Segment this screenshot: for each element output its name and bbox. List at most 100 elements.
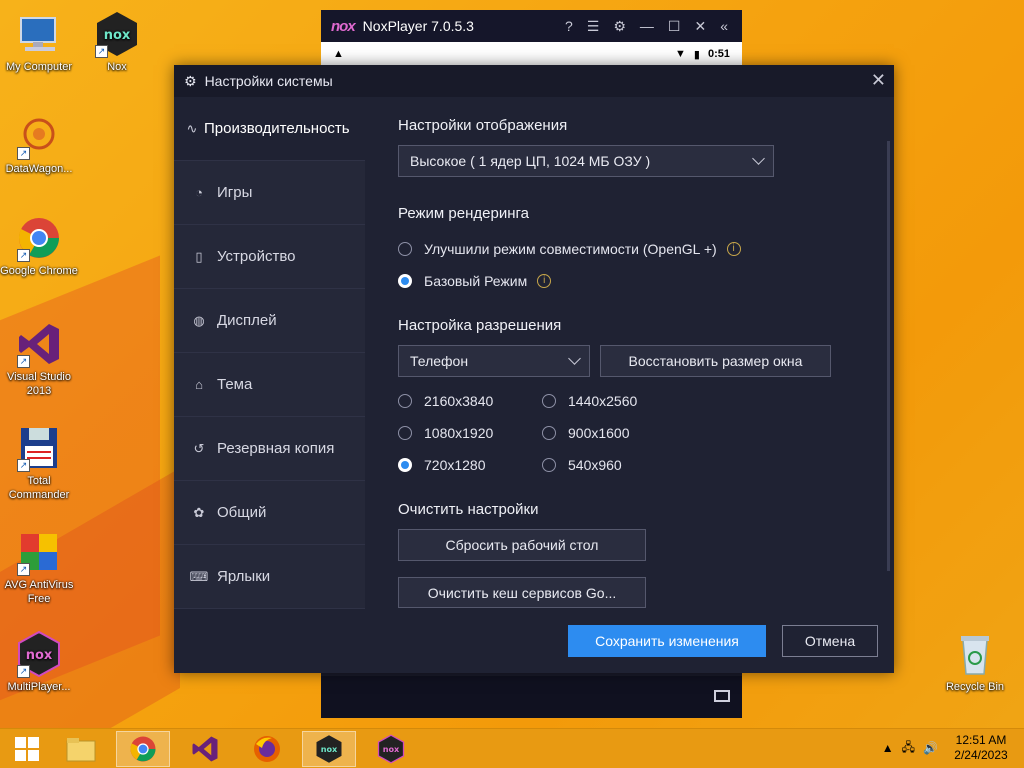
sidebar-item-backup[interactable]: ↺ Резервная копия	[174, 417, 365, 481]
clock-time: 12:51 AM	[955, 733, 1007, 747]
theme-icon: ⌂	[195, 377, 203, 392]
sidebar-item-label: Общий	[217, 504, 267, 521]
sidebar-item-device[interactable]: ▯ Устройство	[174, 225, 365, 289]
dialog-close-icon[interactable]: ✕	[871, 71, 886, 89]
radio-res-2160x3840[interactable]: 2160x3840	[398, 393, 493, 409]
nox-title-bar[interactable]: nox NoxPlayer 7.0.5.3 ? ☰ ⚙ — ☐ ✕ «	[321, 10, 742, 42]
svg-text:nox: nox	[26, 648, 53, 663]
nox-app-icon: nox	[316, 735, 342, 763]
sidebar-item-display[interactable]: ◍ Дисплей	[174, 289, 365, 353]
nox-app-icon: nox ↗	[93, 10, 141, 58]
settings-content: Настройки отображения Высокое ( 1 ядер Ц…	[365, 97, 894, 609]
select-value: Высокое ( 1 ядер ЦП, 1024 МБ ОЗУ )	[410, 153, 651, 169]
radio-label: 900x1600	[568, 425, 630, 441]
info-icon[interactable]: i	[537, 274, 552, 288]
network-icon[interactable]: 🖧	[902, 738, 915, 759]
sidebar-item-performance[interactable]: ∿ Производительность	[174, 97, 365, 161]
radio-res-720x1280[interactable]: 720x1280	[398, 457, 486, 473]
performance-icon: ∿	[186, 120, 198, 136]
desktop-icon-total-commander[interactable]: ↗ Total Commander	[0, 424, 78, 502]
radio-button[interactable]	[542, 394, 556, 408]
desktop-icon-my-computer[interactable]: My Computer	[0, 10, 78, 74]
radio-button-selected[interactable]	[398, 274, 412, 288]
chevron-down-icon	[752, 152, 765, 165]
taskbar-nox-multiplayer[interactable]: nox	[364, 731, 418, 767]
sidebar-item-shortcuts[interactable]: ⌨ Ярлыки	[174, 545, 365, 609]
radio-res-900x1600[interactable]: 900x1600	[542, 425, 630, 441]
chrome-icon: ↗	[15, 214, 63, 262]
desktop-icon-avg[interactable]: ↗ AVG AntiVirus Free	[0, 528, 78, 606]
svg-text:nox: nox	[383, 744, 400, 754]
svg-text:nox: nox	[104, 28, 131, 43]
android-status-bar: ▲ ▼ ▮ 0:51	[321, 42, 742, 66]
menu-icon[interactable]: ☰	[587, 18, 600, 35]
desktop-icon-recycle-bin[interactable]: Recycle Bin	[936, 630, 1014, 694]
save-changes-button[interactable]: Сохранить изменения	[568, 625, 766, 657]
clear-cache-button[interactable]: Очистить кеш сервисов Go...	[398, 577, 646, 608]
sidebar-item-label: Резервная копия	[217, 440, 335, 457]
taskbar-explorer[interactable]	[54, 731, 108, 767]
firefox-icon	[254, 736, 280, 762]
gear-icon[interactable]: ⚙	[613, 18, 626, 35]
radio-res-1080x1920[interactable]: 1080x1920	[398, 425, 493, 441]
radio-button[interactable]	[542, 458, 556, 472]
radio-button[interactable]	[398, 394, 412, 408]
radio-opengl-plus[interactable]: Улучшили режим совместимости (OpenGL +) …	[398, 241, 741, 257]
taskbar-visual-studio[interactable]	[178, 731, 232, 767]
radio-button[interactable]	[398, 242, 412, 256]
volume-icon[interactable]: 🔊	[923, 741, 938, 755]
radio-button-selected[interactable]	[398, 458, 412, 472]
start-button[interactable]	[0, 731, 54, 767]
radio-button[interactable]	[542, 426, 556, 440]
backup-icon: ↺	[193, 440, 205, 456]
display-settings-heading: Настройки отображения	[398, 117, 568, 134]
select-value: Телефон	[410, 353, 469, 369]
system-settings-dialog: ⚙ Настройки системы ✕ ∿ Производительнос…	[174, 65, 894, 673]
wifi-icon: ▼	[675, 47, 686, 60]
taskbar-firefox[interactable]	[240, 731, 294, 767]
sidebar-item-label: Производительность	[204, 120, 350, 137]
datawagon-icon: ↗	[15, 112, 63, 160]
desktop-icon-visual-studio[interactable]: ↗ Visual Studio 2013	[0, 320, 78, 398]
collapse-sidebar-icon[interactable]: «	[720, 18, 728, 35]
dialog-title-bar[interactable]: ⚙ Настройки системы	[174, 65, 894, 97]
general-icon: ✿	[193, 504, 205, 520]
radio-basic-mode[interactable]: Базовый Режим i	[398, 273, 552, 289]
radio-res-1440x2560[interactable]: 1440x2560	[542, 393, 637, 409]
recycle-bin-icon	[951, 630, 999, 678]
desktop-icon-multiplayer[interactable]: nox ↗ MultiPlayer...	[0, 630, 78, 694]
taskbar-nox[interactable]: nox	[302, 731, 356, 767]
chevron-up-icon[interactable]: ▲	[882, 741, 894, 755]
visual-studio-icon: ↗	[15, 320, 63, 368]
desktop-icon-datawagon[interactable]: ↗ DataWagon...	[0, 112, 78, 176]
sidebar-item-theme[interactable]: ⌂ Тема	[174, 353, 365, 417]
desktop-icon-label: My Computer	[5, 61, 73, 73]
desktop-icon-chrome[interactable]: ↗ Google Chrome	[0, 214, 78, 278]
nox-window-title: NoxPlayer 7.0.5.3	[362, 18, 474, 34]
help-icon[interactable]: ?	[565, 18, 573, 35]
settings-gear-icon: ⚙	[184, 72, 197, 89]
desktop-icon-label: Google Chrome	[0, 265, 78, 277]
clock[interactable]: 12:51 AM 2/24/2023	[946, 733, 1016, 763]
computer-icon	[15, 10, 63, 58]
taskbar-chrome[interactable]	[116, 731, 170, 767]
performance-preset-select[interactable]: Высокое ( 1 ядер ЦП, 1024 МБ ОЗУ )	[398, 145, 774, 177]
close-icon[interactable]: ✕	[694, 18, 706, 35]
multi-window-icon[interactable]	[714, 690, 730, 702]
cancel-button[interactable]: Отмена	[782, 625, 878, 657]
taskbar: nox nox ▲ 🖧 🔊 12:51 AM 2/24/2023	[0, 728, 1024, 768]
minimize-icon[interactable]: —	[640, 18, 654, 35]
info-icon[interactable]: i	[726, 242, 741, 256]
reset-desktop-button[interactable]: Сбросить рабочий стол	[398, 529, 646, 561]
radio-button[interactable]	[398, 426, 412, 440]
radio-res-540x960[interactable]: 540x960	[542, 457, 622, 473]
maximize-icon[interactable]: ☐	[668, 18, 681, 35]
warning-icon: ▲	[333, 48, 344, 60]
scrollbar[interactable]	[887, 141, 890, 571]
desktop-icon-label: Visual Studio 2013	[6, 371, 71, 397]
desktop-icon-nox[interactable]: nox ↗ Nox	[78, 10, 156, 74]
sidebar-item-general[interactable]: ✿ Общий	[174, 481, 365, 545]
device-type-select[interactable]: Телефон	[398, 345, 590, 377]
restore-window-size-button[interactable]: Восстановить размер окна	[600, 345, 831, 377]
sidebar-item-games[interactable]: ◔ Игры	[174, 161, 365, 225]
